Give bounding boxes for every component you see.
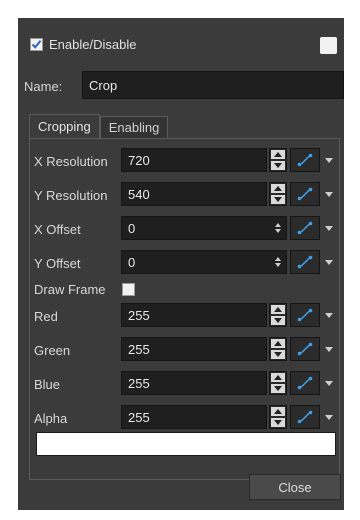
function-curve-icon: [297, 410, 313, 424]
green-stepper[interactable]: [269, 337, 287, 361]
stepper-down-icon[interactable]: [271, 195, 285, 204]
close-button[interactable]: Close: [249, 474, 341, 500]
stepper-up-icon[interactable]: [271, 407, 285, 416]
x-resolution-field[interactable]: 720: [121, 148, 267, 172]
red-menu-arrow-icon[interactable]: [324, 303, 334, 327]
red-stepper[interactable]: [269, 303, 287, 327]
y-offset-menu-arrow-icon[interactable]: [324, 250, 334, 274]
function-curve-icon: [297, 308, 313, 322]
color-swatch[interactable]: [320, 37, 337, 54]
arrow-down-icon[interactable]: [275, 263, 281, 267]
stepper-down-icon[interactable]: [271, 161, 285, 170]
y-resolution-field[interactable]: 540: [121, 182, 267, 206]
blue-stepper[interactable]: [269, 371, 287, 395]
y-resolution-stepper[interactable]: [269, 182, 287, 206]
red-function-button[interactable]: [290, 303, 320, 327]
function-curve-icon: [297, 342, 313, 356]
y-offset-function-button[interactable]: [290, 250, 320, 274]
y-offset-field[interactable]: 0: [121, 250, 287, 274]
x-offset-menu-arrow-icon[interactable]: [324, 216, 334, 240]
stepper-down-icon[interactable]: [271, 316, 285, 325]
name-label: Name:: [24, 79, 63, 94]
x-offset-label: X Offset: [34, 222, 81, 237]
y-offset-label: Y Offset: [34, 256, 81, 271]
stepper-up-icon[interactable]: [271, 184, 285, 193]
x-offset-field[interactable]: 0: [121, 216, 287, 240]
arrow-down-icon[interactable]: [275, 229, 281, 233]
green-menu-arrow-icon[interactable]: [324, 337, 334, 361]
function-curve-icon: [297, 255, 313, 269]
stepper-up-icon[interactable]: [271, 373, 285, 382]
function-curve-icon: [297, 221, 313, 235]
blue-field[interactable]: 255: [121, 371, 267, 395]
function-curve-icon: [297, 187, 313, 201]
stepper-down-icon[interactable]: [271, 418, 285, 427]
draw-frame-checkbox[interactable]: [122, 283, 135, 296]
function-curve-icon: [297, 153, 313, 167]
color-preview-swatch[interactable]: [36, 432, 336, 456]
blue-function-button[interactable]: [290, 371, 320, 395]
tab-enabling[interactable]: Enabling: [99, 116, 169, 138]
tab-cropping[interactable]: Cropping: [29, 114, 100, 138]
arrow-up-icon[interactable]: [275, 257, 281, 261]
alpha-field[interactable]: 255: [121, 405, 267, 429]
checkmark-icon: [31, 40, 42, 49]
x-offset-function-button[interactable]: [290, 216, 320, 240]
red-field[interactable]: 255: [121, 303, 267, 327]
green-field[interactable]: 255: [121, 337, 267, 361]
stepper-down-icon[interactable]: [271, 350, 285, 359]
blue-label: Blue: [34, 377, 61, 392]
tab-bar: Cropping Enabling: [29, 114, 169, 138]
alpha-stepper[interactable]: [269, 405, 287, 429]
blue-menu-arrow-icon[interactable]: [324, 371, 334, 395]
alpha-label: Alpha: [34, 411, 68, 426]
name-field[interactable]: Crop: [82, 71, 344, 99]
arrow-up-icon[interactable]: [275, 223, 281, 227]
x-resolution-menu-arrow-icon[interactable]: [324, 148, 334, 172]
stepper-up-icon[interactable]: [271, 305, 285, 314]
y-resolution-function-button[interactable]: [290, 182, 320, 206]
y-offset-stepper[interactable]: [273, 250, 283, 274]
stepper-up-icon[interactable]: [271, 339, 285, 348]
alpha-menu-arrow-icon[interactable]: [324, 405, 334, 429]
green-function-button[interactable]: [290, 337, 320, 361]
stepper-down-icon[interactable]: [271, 384, 285, 393]
name-field-value: Crop: [89, 77, 118, 93]
x-resolution-stepper[interactable]: [269, 148, 287, 172]
red-label: Red: [34, 309, 58, 324]
alpha-function-button[interactable]: [290, 405, 320, 429]
green-label: Green: [34, 343, 71, 358]
function-curve-icon: [297, 376, 313, 390]
y-resolution-label: Y Resolution: [34, 188, 108, 203]
draw-frame-label: Draw Frame: [34, 282, 106, 297]
x-resolution-function-button[interactable]: [290, 148, 320, 172]
y-resolution-menu-arrow-icon[interactable]: [324, 182, 334, 206]
x-resolution-label: X Resolution: [34, 154, 108, 169]
effect-properties-panel: Enable/Disable Name: Crop Cropping Enabl…: [18, 18, 344, 510]
enable-label: Enable/Disable: [49, 37, 137, 52]
enable-checkbox[interactable]: [30, 38, 43, 51]
stepper-up-icon[interactable]: [271, 150, 285, 159]
x-offset-stepper[interactable]: [273, 216, 283, 240]
